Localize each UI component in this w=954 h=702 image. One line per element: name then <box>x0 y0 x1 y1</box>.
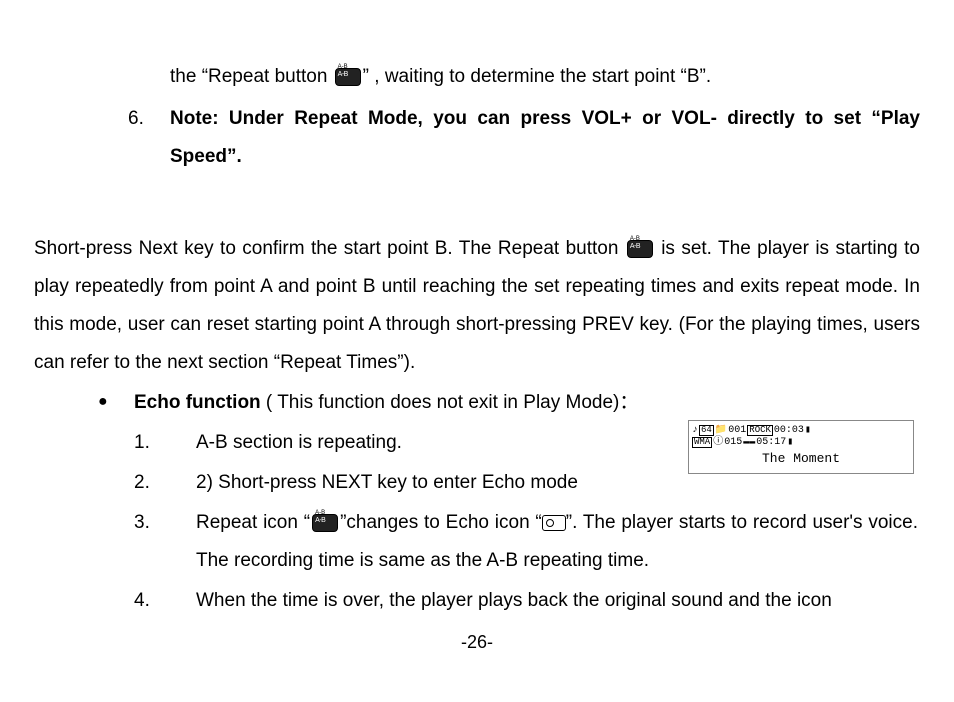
main-paragraph: Short-press Next key to confirm the star… <box>30 230 924 382</box>
bullet-text: Echo function ( This function does not e… <box>134 384 638 422</box>
time1: 00:03 <box>774 426 804 436</box>
time2: 05:17 <box>756 438 786 448</box>
sub-text: Repeat icon “”changes to Echo icon “”. T… <box>196 504 924 580</box>
track-num: 001 <box>728 426 746 436</box>
sub-num: 3. <box>134 504 196 580</box>
sub-num: 2. <box>134 464 196 502</box>
echo-bullet: ● Echo function ( This function does not… <box>98 384 924 422</box>
bitrate-box: 64 <box>699 425 714 436</box>
echo-rest: ( This function does not exit in Play Mo… <box>261 392 639 413</box>
continuation-line: the “Repeat button ” , waiting to determ… <box>170 58 924 96</box>
t3-a: Repeat icon “ <box>196 512 310 533</box>
sub-text: When the time is over, the player plays … <box>196 582 924 620</box>
sublist-item-3: 3. Repeat icon “”changes to Echo icon “”… <box>134 504 924 580</box>
echo-title: Echo function <box>134 392 261 413</box>
para-pre: Short-press Next key to confirm the star… <box>34 238 625 259</box>
mp3-song-title: The Moment <box>692 452 910 465</box>
fmt-box: WMA <box>692 437 712 448</box>
sub-num: 1. <box>134 424 196 462</box>
list-number: 6. <box>128 100 170 176</box>
mp3-status-line2: WMA ⓘ015 ▬▬05:17 ▮ <box>692 437 910 448</box>
repeat-ab-icon <box>627 240 653 258</box>
sub-num: 4. <box>134 582 196 620</box>
note-text: Note: Under Repeat Mode, you can press V… <box>170 100 924 176</box>
echo-icon <box>542 515 566 531</box>
repeat-ab-icon <box>335 68 361 86</box>
info-icon: ⓘ <box>713 438 723 448</box>
folder-icon: 📁 <box>715 426 727 436</box>
mp3-player-display: ♪ 64 📁001 ROCK00:03 ▮ WMA ⓘ015 ▬▬05:17 ▮… <box>688 420 914 474</box>
list-item-6: 6. Note: Under Repeat Mode, you can pres… <box>128 100 924 176</box>
battery-icon: ▮ <box>805 426 811 436</box>
cont-pre: the “Repeat button <box>170 66 333 87</box>
battery-icon: ▮ <box>787 438 793 448</box>
progress-bar: ▬▬ <box>743 438 755 448</box>
eq-box: ROCK <box>747 425 773 436</box>
cont-post: ” , waiting to determine the start point… <box>363 66 712 87</box>
music-note-icon: ♪ <box>692 426 698 436</box>
t3-b: ”changes to Echo icon “ <box>340 512 542 533</box>
bullet-mark: ● <box>98 384 134 422</box>
mp3-status-line1: ♪ 64 📁001 ROCK00:03 ▮ <box>692 425 910 436</box>
repeat-ab-icon <box>312 514 338 532</box>
sublist-item-4: 4. When the time is over, the player pla… <box>134 582 924 620</box>
total-tracks: 015 <box>724 438 742 448</box>
page-number: -26- <box>0 624 954 660</box>
